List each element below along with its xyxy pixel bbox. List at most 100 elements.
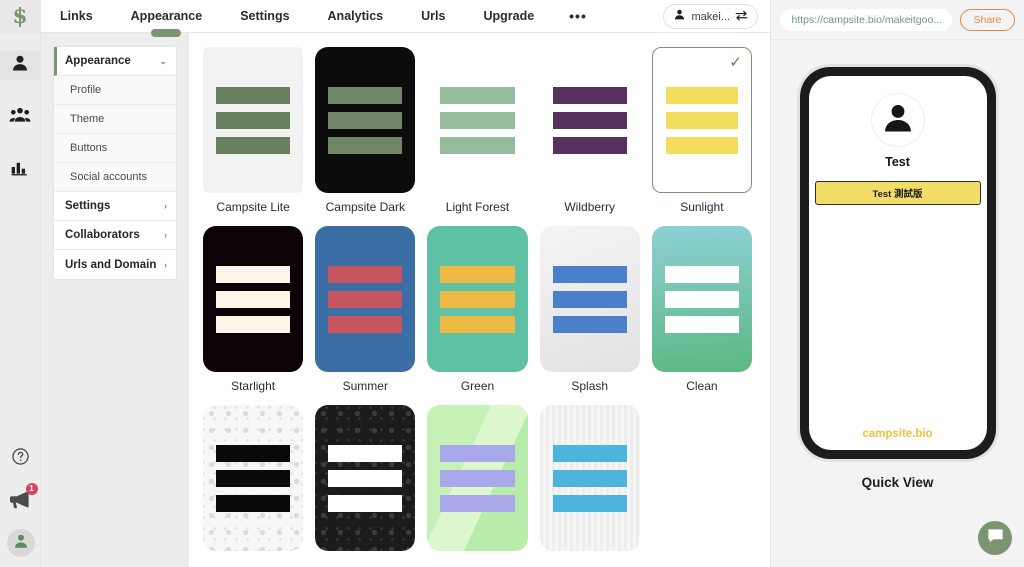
sidebar-item-theme[interactable]: Theme bbox=[54, 105, 176, 134]
workspace: Appearance ⌄ Profile Theme Buttons Socia… bbox=[41, 33, 770, 567]
theme-preview-bar bbox=[553, 495, 627, 512]
public-url[interactable]: https://campsite.bio/makeitgoo... bbox=[780, 9, 952, 31]
theme-preview-bar bbox=[440, 495, 514, 512]
tab-appearance[interactable]: Appearance bbox=[112, 0, 222, 33]
person-icon bbox=[880, 100, 916, 141]
theme-card[interactable] bbox=[315, 47, 415, 193]
theme-card[interactable] bbox=[652, 226, 752, 372]
theme-card[interactable] bbox=[427, 47, 527, 193]
tab-analytics[interactable]: Analytics bbox=[309, 0, 403, 33]
sidebar-item-urls-and-domain[interactable]: Urls and Domain › bbox=[54, 250, 176, 279]
phone-screen: Test Test 測試版 campsite.bio bbox=[809, 76, 987, 450]
sidebar-item-social-accounts[interactable]: Social accounts bbox=[54, 163, 176, 192]
theme-card[interactable] bbox=[540, 405, 640, 551]
app-root: S bbox=[0, 0, 1024, 567]
theme-preview-bar bbox=[216, 266, 290, 283]
preview-profile-title: Test bbox=[885, 155, 910, 169]
theme-preview-bar bbox=[440, 266, 514, 283]
tab-settings[interactable]: Settings bbox=[221, 0, 308, 33]
theme-preview-bars bbox=[440, 445, 514, 512]
sidebar-item-label: Appearance bbox=[65, 55, 131, 67]
theme-preview-bar bbox=[553, 87, 627, 104]
share-button[interactable]: Share bbox=[960, 9, 1014, 31]
avatar[interactable] bbox=[7, 529, 35, 557]
sidebar-item-profile[interactable]: Profile bbox=[54, 76, 176, 105]
help-button[interactable] bbox=[11, 447, 30, 471]
settings-menu: Appearance ⌄ Profile Theme Buttons Socia… bbox=[53, 46, 177, 280]
theme-card[interactable] bbox=[315, 226, 415, 372]
preview-panel: https://campsite.bio/makeitgoo... Share … bbox=[770, 0, 1024, 567]
rail-bottom-group: 1 bbox=[0, 447, 41, 557]
theme-preview-bar bbox=[553, 316, 627, 333]
more-menu-button[interactable]: ••• bbox=[553, 0, 603, 33]
sidebar-item-label: Buttons bbox=[70, 142, 107, 154]
tab-label: Analytics bbox=[328, 9, 384, 23]
theme-card[interactable] bbox=[203, 226, 303, 372]
quick-view-label: Quick View bbox=[862, 475, 934, 490]
theme-preview-bars bbox=[328, 445, 402, 512]
sidebar-item-buttons[interactable]: Buttons bbox=[54, 134, 176, 163]
campsite-s-logo-icon[interactable]: S bbox=[0, 0, 41, 33]
theme-card[interactable] bbox=[427, 405, 527, 551]
settings-sidebar: Appearance ⌄ Profile Theme Buttons Socia… bbox=[41, 33, 189, 567]
theme-preview-bar bbox=[440, 445, 514, 462]
tab-links[interactable]: Links bbox=[41, 0, 112, 33]
active-tab-indicator bbox=[151, 29, 181, 37]
theme-preview-bar bbox=[328, 291, 402, 308]
theme-preview-bar bbox=[328, 266, 402, 283]
rail-item-profile[interactable] bbox=[0, 50, 41, 80]
preview-avatar bbox=[871, 93, 925, 147]
sidebar-item-collaborators[interactable]: Collaborators › bbox=[54, 221, 176, 250]
tab-label: Settings bbox=[240, 9, 289, 23]
theme-cell bbox=[315, 405, 415, 551]
theme-preview-bar bbox=[328, 137, 402, 154]
theme-card[interactable] bbox=[315, 405, 415, 551]
person-icon bbox=[10, 53, 30, 78]
sidebar-item-appearance[interactable]: Appearance ⌄ bbox=[54, 47, 176, 76]
theme-preview-bars bbox=[216, 87, 290, 154]
user-menu[interactable]: makei... bbox=[663, 4, 758, 29]
theme-preview-bar bbox=[216, 470, 290, 487]
switch-arrows-icon[interactable] bbox=[735, 8, 748, 26]
top-navigation: Links Appearance Settings Analytics Urls bbox=[41, 0, 770, 33]
theme-label: Sunlight bbox=[680, 200, 723, 214]
phone-preview: Test Test 測試版 campsite.bio bbox=[800, 67, 996, 459]
theme-grid: Campsite LiteCampsite DarkLight ForestWi… bbox=[203, 47, 752, 551]
tab-urls[interactable]: Urls bbox=[402, 0, 464, 33]
theme-card[interactable] bbox=[427, 226, 527, 372]
sidebar-item-settings[interactable]: Settings › bbox=[54, 192, 176, 221]
theme-cell: Wildberry bbox=[540, 47, 640, 214]
theme-preview-bar bbox=[666, 137, 739, 154]
theme-cell: Clean bbox=[652, 226, 752, 393]
theme-cell: Light Forest bbox=[427, 47, 527, 214]
sidebar-item-label: Theme bbox=[70, 113, 104, 125]
theme-preview-bar bbox=[553, 470, 627, 487]
theme-preview-bar bbox=[440, 291, 514, 308]
theme-preview-bar bbox=[328, 495, 402, 512]
announcements-button[interactable]: 1 bbox=[8, 489, 34, 511]
theme-preview-bars bbox=[216, 266, 290, 333]
theme-preview-bar bbox=[553, 445, 627, 462]
theme-card[interactable] bbox=[540, 226, 640, 372]
theme-preview-bars bbox=[553, 266, 627, 333]
sidebar-item-label: Profile bbox=[70, 84, 101, 96]
theme-card[interactable]: ✓ bbox=[652, 47, 752, 193]
theme-preview-bar bbox=[216, 495, 290, 512]
theme-preview-bar bbox=[665, 266, 739, 283]
sidebar-item-label: Urls and Domain bbox=[65, 259, 156, 271]
theme-label: Starlight bbox=[231, 379, 275, 393]
tab-upgrade[interactable]: Upgrade bbox=[464, 0, 553, 33]
sidebar-item-label: Social accounts bbox=[70, 171, 147, 183]
theme-preview-bars bbox=[440, 87, 514, 154]
support-chat-button[interactable] bbox=[978, 521, 1012, 555]
theme-preview-bar bbox=[216, 445, 290, 462]
theme-card[interactable] bbox=[203, 405, 303, 551]
preview-link-button[interactable]: Test 測試版 bbox=[815, 181, 981, 205]
announcements-badge: 1 bbox=[26, 483, 38, 495]
theme-label: Light Forest bbox=[446, 200, 509, 214]
rail-item-analytics[interactable] bbox=[0, 154, 41, 184]
theme-cell: Starlight bbox=[203, 226, 303, 393]
theme-card[interactable] bbox=[540, 47, 640, 193]
theme-card[interactable] bbox=[203, 47, 303, 193]
rail-item-collaborators[interactable] bbox=[0, 102, 41, 132]
